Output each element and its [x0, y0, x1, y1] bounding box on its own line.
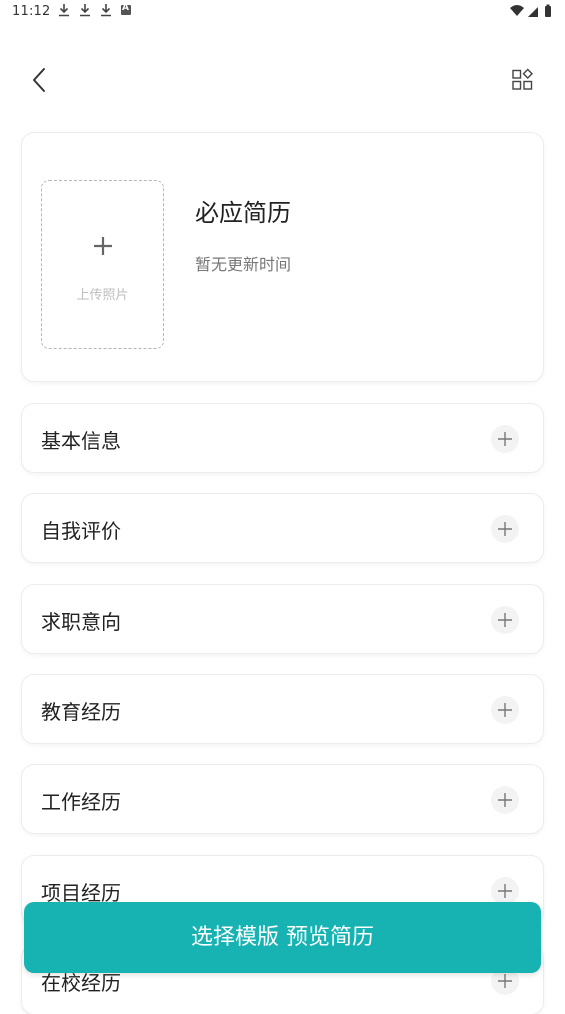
plus-icon: [498, 793, 512, 807]
choose-template-preview-button[interactable]: 选择模版 预览简历: [24, 902, 541, 973]
section-label: 求职意向: [41, 610, 121, 634]
update-time-text: 暂无更新时间: [195, 255, 292, 274]
back-button[interactable]: [24, 64, 54, 96]
top-bar: [0, 56, 565, 104]
download-icon: [101, 4, 111, 17]
section-self-evaluation[interactable]: 自我评价: [22, 494, 543, 562]
add-button[interactable]: [491, 606, 519, 634]
plus-icon: [498, 703, 512, 717]
upload-photo-button[interactable]: 上传照片: [41, 180, 164, 349]
add-button[interactable]: [491, 696, 519, 724]
plus-icon: [94, 237, 112, 255]
resume-profile-card: 上传照片 必应简历 暂无更新时间: [22, 133, 543, 381]
add-button[interactable]: [491, 515, 519, 543]
upload-photo-label: 上传照片: [76, 288, 129, 303]
add-button[interactable]: [491, 786, 519, 814]
plus-icon: [498, 974, 512, 988]
section-label: 教育经历: [41, 700, 121, 724]
status-time: 11:12: [12, 4, 51, 19]
add-button[interactable]: [491, 877, 519, 905]
section-label: 自我评价: [41, 519, 121, 543]
download-icon: [59, 4, 69, 17]
section-label: 工作经历: [41, 790, 121, 814]
wifi-icon: [510, 5, 524, 16]
plus-icon: [498, 884, 512, 898]
plus-icon: [498, 432, 512, 446]
status-indicators: [510, 4, 551, 17]
download-icon: [80, 4, 90, 17]
plus-icon: [498, 613, 512, 627]
add-button[interactable]: [491, 425, 519, 453]
app-notification-icon: [121, 3, 131, 15]
section-label: 基本信息: [41, 429, 121, 453]
section-education[interactable]: 教育经历: [22, 675, 543, 743]
grid-apps-icon[interactable]: [506, 66, 538, 94]
section-job-intention[interactable]: 求职意向: [22, 585, 543, 653]
section-work-experience[interactable]: 工作经历: [22, 765, 543, 833]
status-bar: 11:12: [0, 0, 565, 24]
resume-title: 必应简历: [195, 199, 291, 227]
section-basic-info[interactable]: 基本信息: [22, 404, 543, 472]
signal-icon: [528, 7, 538, 17]
plus-icon: [498, 522, 512, 536]
battery-icon: [545, 4, 551, 17]
